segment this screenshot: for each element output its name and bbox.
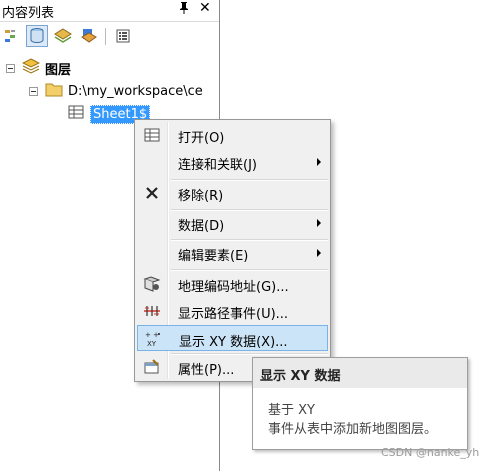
close-icon[interactable]: ✕ xyxy=(199,0,211,16)
menu-item-label: 属性(P)... xyxy=(178,363,235,378)
list-by-drawing-order-icon[interactable] xyxy=(1,25,23,47)
menu-item-data[interactable]: 数据(D) xyxy=(137,210,328,236)
menu-item-geocode-addresses[interactable]: 地理编码地址(G)... xyxy=(137,271,328,297)
tooltip: 显示 XY 数据 基于 XY 事件从表中添加新地图图层。 xyxy=(252,357,468,450)
folder-icon xyxy=(45,82,63,101)
submenu-arrow-icon xyxy=(317,219,321,227)
panel-title: 内容列表 xyxy=(2,6,55,21)
menu-item-label: 地理编码地址(G)... xyxy=(178,280,289,295)
menu-item-edit-features[interactable]: 编辑要素(E) xyxy=(137,240,328,266)
properties-icon xyxy=(143,358,161,376)
list-by-selection-icon[interactable] xyxy=(78,25,100,47)
svg-text:+ +: + + xyxy=(145,331,159,339)
collapse-icon[interactable] xyxy=(6,63,15,73)
geocode-icon xyxy=(143,275,161,293)
pin-icon[interactable] xyxy=(178,1,190,18)
menu-item-display-route-events[interactable]: 显示路径事件(U)... xyxy=(137,298,328,324)
remove-icon xyxy=(143,184,161,202)
layers-label: 图层 xyxy=(45,62,72,78)
menu-item-label: 移除(R) xyxy=(178,189,224,204)
layers-icon xyxy=(21,58,41,78)
panel-titlebar: 内容列表 ✕ xyxy=(0,0,219,22)
menu-item-label: 显示 XY 数据(X)... xyxy=(179,335,288,350)
route-events-icon xyxy=(143,302,161,320)
watermark: CSDN @nanke_yh xyxy=(381,446,480,459)
list-by-source-icon[interactable] xyxy=(26,25,48,47)
collapse-icon[interactable] xyxy=(29,86,38,96)
svg-text:XY: XY xyxy=(147,340,157,348)
folder-path: D:\my_workspace\ce xyxy=(68,83,203,99)
tree-folder-row[interactable]: D:\my_workspace\ce xyxy=(29,81,219,101)
table-icon xyxy=(68,105,84,123)
xy-data-icon: + + XY xyxy=(144,330,162,348)
menu-item-open[interactable]: 打开(O) xyxy=(137,122,328,148)
table-open-icon xyxy=(143,126,161,144)
submenu-arrow-icon xyxy=(317,249,321,257)
context-menu: 打开(O) 连接和关联(J) 移除(R) 数据(D) 编辑要素(E) 地理编码地… xyxy=(134,119,331,382)
list-by-visibility-icon[interactable] xyxy=(52,25,74,47)
tree-layers-row[interactable]: 图层 xyxy=(6,58,71,78)
menu-item-remove[interactable]: 移除(R) xyxy=(137,180,328,206)
tooltip-line-2: 事件从表中添加新地图图层。 xyxy=(268,422,438,437)
tooltip-line-1: 基于 XY xyxy=(268,403,315,418)
menu-item-label: 数据(D) xyxy=(178,219,225,234)
menu-item-label: 显示路径事件(U)... xyxy=(178,307,289,322)
toc-toolbar xyxy=(0,22,219,50)
submenu-arrow-icon xyxy=(317,158,321,166)
tooltip-title: 显示 XY 数据 xyxy=(260,369,341,384)
menu-item-joins-relates[interactable]: 连接和关联(J) xyxy=(137,149,328,175)
menu-item-label: 连接和关联(J) xyxy=(178,158,257,173)
tooltip-header: 显示 XY 数据 xyxy=(253,358,467,388)
menu-item-display-xy-data[interactable]: + + XY 显示 XY 数据(X)... xyxy=(137,325,328,351)
options-icon[interactable] xyxy=(112,25,134,47)
toolbar-separator xyxy=(105,28,106,45)
menu-item-label: 编辑要素(E) xyxy=(178,249,249,264)
menu-item-label: 打开(O) xyxy=(178,131,225,146)
